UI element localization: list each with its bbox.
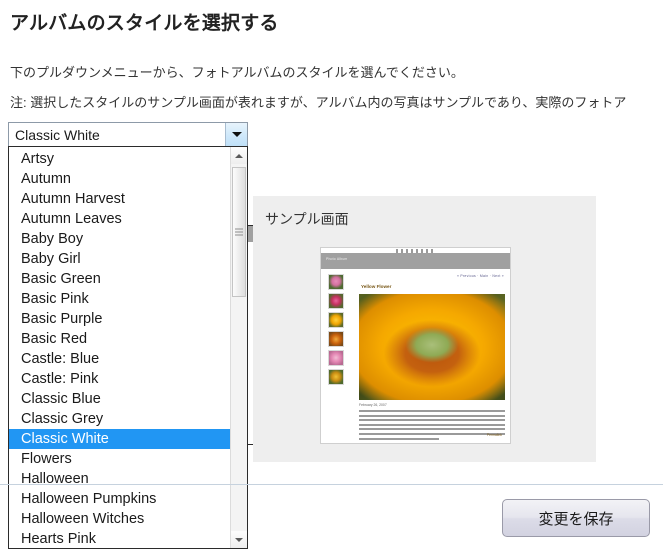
album-thumbnail: [328, 350, 344, 366]
album-preview-photo-title: Yellow Flower: [361, 284, 392, 289]
sample-preview-panel: サンプル画面 Photo Album « Previous · Main · N…: [253, 196, 596, 462]
scrollbar-down-button[interactable]: [231, 531, 247, 548]
album-preview-thumbnail-strip: [328, 274, 346, 388]
style-option[interactable]: Halloween Pumpkins: [9, 489, 230, 509]
album-preview-nav-links: « Previous · Main · Next »: [457, 274, 504, 278]
sample-panel-title: サンプル画面: [265, 211, 349, 227]
style-select-dropdown-list[interactable]: Artsy Autumn Autumn Harvest Autumn Leaves Ba…: [8, 146, 248, 549]
style-select-value: Classic White: [15, 126, 100, 143]
style-option[interactable]: Halloween: [9, 469, 230, 489]
album-preview-main-photo: [359, 294, 505, 400]
album-thumbnail: [328, 331, 344, 347]
style-option[interactable]: Autumn: [9, 169, 230, 189]
style-option[interactable]: Baby Girl: [9, 249, 230, 269]
style-option[interactable]: Basic Purple: [9, 309, 230, 329]
style-option[interactable]: Hearts Pink: [9, 529, 230, 548]
album-preview-thumbnail: Photo Album « Previous · Main · Next » Y…: [320, 247, 511, 444]
style-option[interactable]: Castle: Blue: [9, 349, 230, 369]
scroll-up-arrow-icon: [235, 153, 243, 158]
scrollbar-grip-icon: [235, 228, 243, 236]
intro-text-line-2: 注: 選択したスタイルのサンプル画面が表れますが、アルバム内の写真はサンプルであ…: [10, 95, 627, 110]
scroll-down-arrow-icon: [235, 537, 243, 542]
style-option[interactable]: Basic Red: [9, 329, 230, 349]
album-thumbnail: [328, 312, 344, 328]
album-thumbnail: [328, 369, 344, 385]
style-option[interactable]: Castle: Pink: [9, 369, 230, 389]
style-option[interactable]: Halloween Witches: [9, 509, 230, 529]
album-thumbnail: [328, 293, 344, 309]
style-option[interactable]: Basic Pink: [9, 289, 230, 309]
intro-text-line-1: 下のプルダウンメニューから、フォトアルバムのスタイルを選んでください。: [10, 65, 464, 80]
save-changes-button[interactable]: 変更を保存: [502, 499, 650, 537]
style-option[interactable]: Basic Green: [9, 269, 230, 289]
style-option[interactable]: Classic Blue: [9, 389, 230, 409]
scrollbar-up-button[interactable]: [231, 147, 247, 164]
album-preview-header-bar: Photo Album: [321, 253, 510, 269]
album-preview-footer-link: Permalink: [486, 433, 502, 437]
chevron-down-icon: [231, 132, 242, 137]
style-select-combobox[interactable]: Classic White: [8, 122, 248, 147]
dropdown-scrollbar[interactable]: [230, 147, 247, 548]
style-option[interactable]: Classic Grey: [9, 409, 230, 429]
album-preview-photo-date: February 26, 2007: [359, 403, 387, 407]
album-preview-header-text: Photo Album: [326, 257, 348, 261]
footer-divider: [0, 484, 663, 485]
style-option[interactable]: Classic White: [9, 429, 230, 449]
style-option[interactable]: Autumn Leaves: [9, 209, 230, 229]
style-option[interactable]: Baby Boy: [9, 229, 230, 249]
page-title: アルバムのスタイルを選択する: [10, 13, 279, 34]
style-option[interactable]: Artsy: [9, 149, 230, 169]
scrollbar-thumb[interactable]: [232, 167, 246, 297]
album-preview-body-text: [359, 410, 505, 442]
style-option-container: Artsy Autumn Autumn Harvest Autumn Leaves Ba…: [9, 147, 230, 548]
album-thumbnail: [328, 274, 344, 290]
style-select-toggle-button[interactable]: [225, 123, 247, 146]
style-option[interactable]: Flowers: [9, 449, 230, 469]
style-option[interactable]: Autumn Harvest: [9, 189, 230, 209]
